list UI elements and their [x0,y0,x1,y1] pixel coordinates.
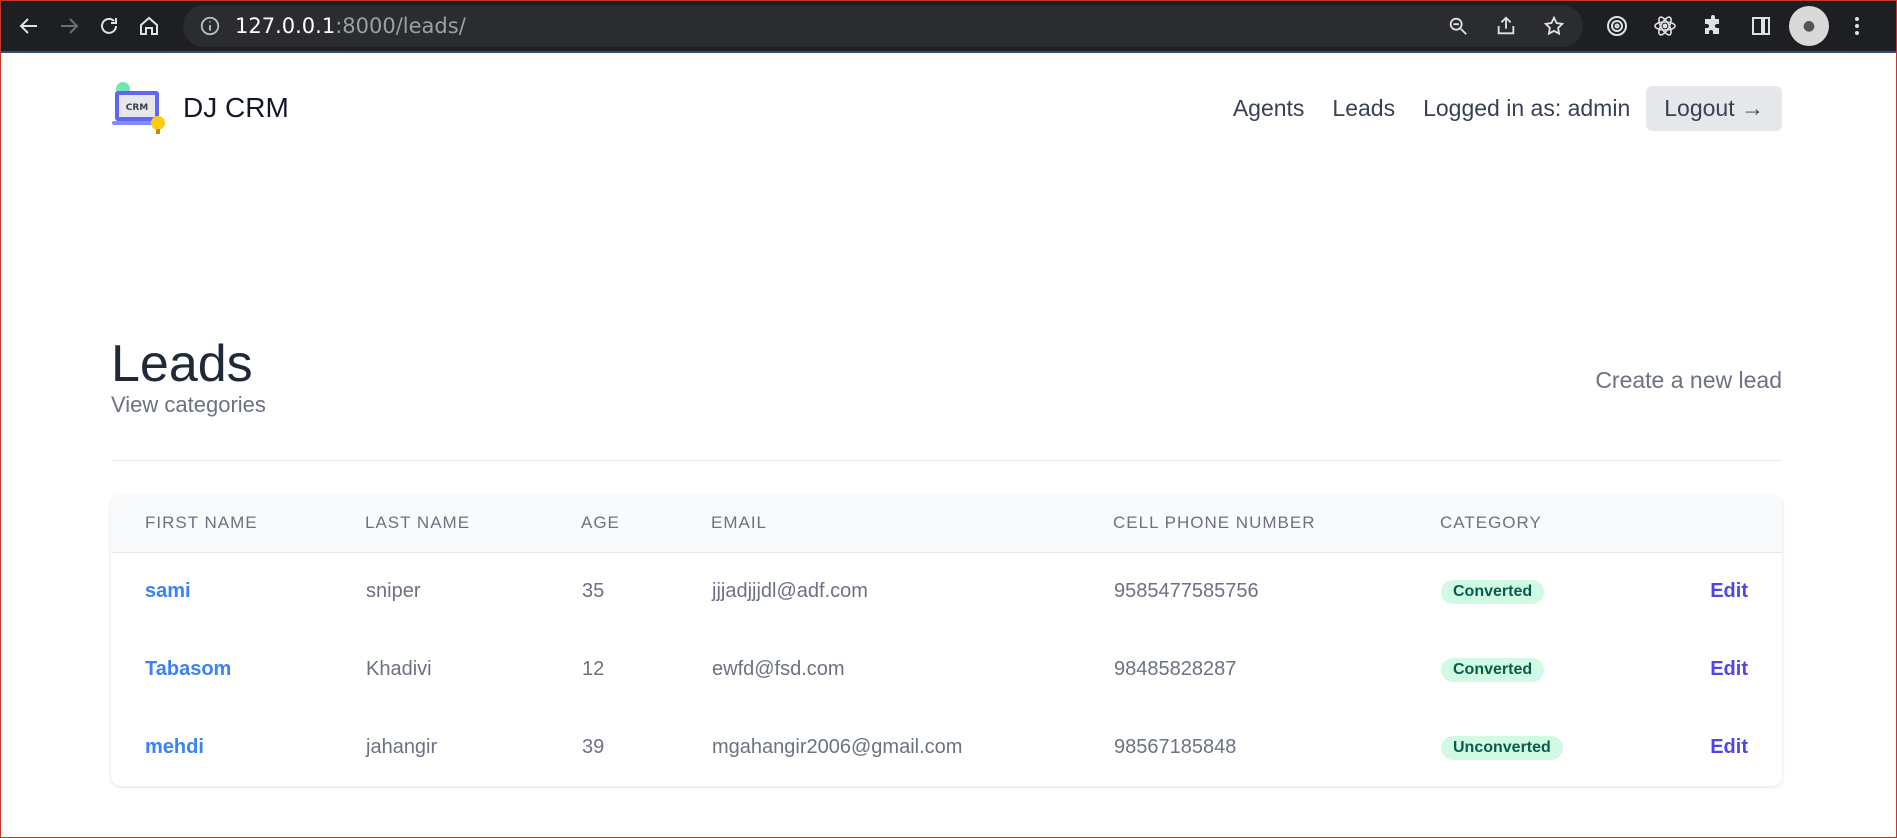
lead-phone: 9585477585756 [1114,579,1259,602]
url-text[interactable]: 127.0.0.1:8000/leads/ [235,14,466,38]
menu-icon[interactable] [1837,6,1877,46]
edit-link[interactable]: Edit [1640,552,1782,630]
page-heading: Leads View categories [111,334,266,418]
share-icon[interactable] [1489,9,1523,43]
address-bar[interactable]: 127.0.0.1:8000/leads/ [183,5,1583,47]
url-path: :8000/leads/ [335,14,466,38]
lead-phone: 98485828287 [1114,657,1237,680]
lead-email: ewfd@fsd.com [712,657,845,680]
view-categories-link[interactable]: View categories [111,392,266,418]
table-row: Tabasom Khadivi 12 ewfd@fsd.com 98485828… [111,630,1782,708]
sidepanel-icon[interactable] [1741,6,1781,46]
lead-phone: 98567185848 [1114,735,1237,758]
edit-link[interactable]: Edit [1640,708,1782,786]
zoom-icon[interactable] [1441,9,1475,43]
brand[interactable]: CRM DJ CRM [111,79,289,137]
back-icon[interactable] [9,6,49,46]
status-badge: Converted [1441,657,1545,682]
table-row: mehdi jahangir 39 mgahangir2006@gmail.co… [111,708,1782,786]
edit-link[interactable]: Edit [1640,630,1782,708]
table-row: sami sniper 35 jjjadjjjdl@adf.com 958547… [111,552,1782,630]
top-nav: Agents Leads Logged in as: admin Logout … [1233,85,1782,131]
reload-icon[interactable] [89,6,129,46]
url-host: 127.0.0.1 [235,14,336,38]
svg-text:CRM: CRM [126,103,149,113]
lead-age: 12 [582,657,605,680]
nav-agents-link[interactable]: Agents [1233,95,1305,122]
lead-category-cell: Unconverted [1440,708,1640,786]
column-header: FIRST NAME [145,513,258,533]
lead-category-cell: Converted [1440,552,1640,630]
site-header: CRM DJ CRM Agents Leads Logged in as: ad… [111,53,1782,163]
column-header-edit [1640,495,1782,552]
crm-logo-icon: CRM [111,79,169,137]
forward-icon[interactable] [49,6,89,46]
lead-email: mgahangir2006@gmail.com [712,735,963,758]
brand-name: DJ CRM [183,92,289,123]
column-header: EMAIL [711,513,768,533]
column-header: LAST NAME [365,513,471,533]
lead-last-name: jahangir [366,735,438,758]
extension-target-icon[interactable] [1597,6,1637,46]
avatar: ● [1789,6,1829,46]
table-header-row: FIRST NAME LAST NAME AGE EMAIL CELL PHON… [111,495,1782,552]
info-icon[interactable] [199,15,221,37]
lead-first-name-link[interactable]: sami [111,552,365,630]
lead-age: 35 [582,579,605,602]
puzzle-icon[interactable] [1693,6,1733,46]
column-header: AGE [581,513,620,533]
browser-toolbar: 127.0.0.1:8000/leads/ ● [1,1,1896,53]
create-lead-link[interactable]: Create a new lead [1595,367,1782,394]
lead-last-name: Khadivi [366,657,432,680]
lead-category-cell: Converted [1440,630,1640,708]
column-header: CELL PHONE NUMBER [1113,513,1316,533]
lead-first-name-link[interactable]: mehdi [111,708,365,786]
page-title: Leads [111,335,253,393]
status-badge: Converted [1441,579,1545,604]
lead-age: 39 [582,735,605,758]
react-icon[interactable] [1645,6,1685,46]
lead-email: jjjadjjjdl@adf.com [712,579,868,602]
star-icon[interactable] [1537,9,1571,43]
lead-first-name-link[interactable]: Tabasom [111,630,365,708]
leads-table: FIRST NAME LAST NAME AGE EMAIL CELL PHON… [111,495,1782,786]
column-header: CATEGORY [1440,513,1542,533]
logged-in-text: Logged in as: admin [1423,94,1631,121]
home-icon[interactable] [129,6,169,46]
divider [111,460,1782,461]
logout-button[interactable]: Logout → [1646,85,1782,131]
status-badge: Unconverted [1441,735,1563,760]
avatar-button[interactable]: ● [1789,6,1829,46]
lead-last-name: sniper [366,579,421,602]
nav-leads-link[interactable]: Leads [1332,95,1395,122]
